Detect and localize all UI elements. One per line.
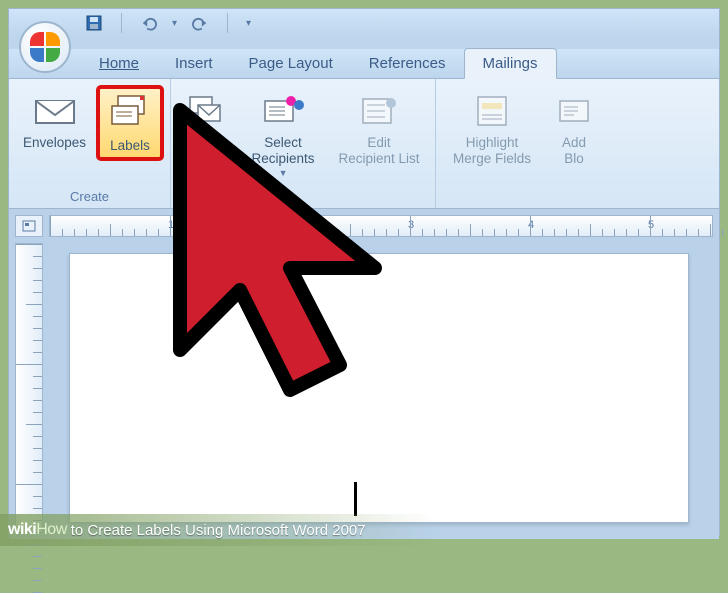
wikihow-logo-wiki: wiki xyxy=(8,521,36,538)
group-start-label xyxy=(179,204,427,206)
title-bar: ▾ ▾ xyxy=(9,9,719,37)
wikihow-article-title: to Create Labels Using Microsoft Word 20… xyxy=(71,522,366,539)
highlight-merge-fields-icon xyxy=(470,89,514,133)
qat-separator xyxy=(121,13,122,33)
word-window: ▾ ▾ Home Insert Page Layout References M… xyxy=(8,8,720,536)
select-recipients-button[interactable]: Select Recipients ▼ xyxy=(241,87,325,180)
labels-label: Labels xyxy=(110,138,150,154)
group-start-mail-merge: Mail Select Recipients ▼ Edit Recipient … xyxy=(171,79,436,208)
address-block-button[interactable]: AddBlo xyxy=(546,87,602,168)
group-write-insert: Highlight Merge Fields AddBlo xyxy=(436,79,610,208)
tab-references[interactable]: References xyxy=(351,49,464,78)
select-recipients-label: Select Recipients xyxy=(252,135,315,166)
office-logo-icon xyxy=(30,32,60,62)
vertical-ruler[interactable] xyxy=(15,243,43,533)
qat-customize-icon[interactable]: ▾ xyxy=(246,18,251,29)
tab-mailings[interactable]: Mailings xyxy=(464,48,557,79)
ribbon-tabs: Home Insert Page Layout References Maili… xyxy=(9,49,719,79)
document-area: 1 2 3 4 5 xyxy=(9,209,719,539)
highlight-merge-fields-label: Highlight Merge Fields xyxy=(453,135,531,166)
mail-label: Mail xyxy=(195,135,220,151)
undo-dropdown-icon[interactable]: ▾ xyxy=(172,18,177,29)
ruler-mark: 3 xyxy=(408,219,414,231)
edit-recipient-list-icon xyxy=(357,89,401,133)
address-block-icon xyxy=(552,89,596,133)
wikihow-caption-bar: wikiHow to Create Labels Using Microsoft… xyxy=(0,514,728,546)
labels-button[interactable]: Labels xyxy=(98,87,162,159)
group-create: Envelopes Labels Create xyxy=(9,79,171,208)
edit-recipient-list-button[interactable]: Edit Recipient List xyxy=(331,87,427,168)
ribbon: Envelopes Labels Create xyxy=(9,79,719,209)
dropdown-icon: ▼ xyxy=(279,168,288,178)
tab-home[interactable]: Home xyxy=(81,49,157,78)
envelopes-button[interactable]: Envelopes xyxy=(17,87,92,153)
save-icon[interactable] xyxy=(85,14,103,32)
redo-icon[interactable] xyxy=(191,14,209,32)
address-block-label: AddBlo xyxy=(562,135,586,166)
highlight-merge-fields-button[interactable]: Highlight Merge Fields xyxy=(444,87,540,168)
wikihow-logo: wikiHow xyxy=(0,521,67,539)
quick-access-toolbar: ▾ ▾ xyxy=(85,13,251,33)
text-cursor xyxy=(354,482,357,516)
start-mail-merge-button[interactable]: Mail xyxy=(179,87,235,153)
mail-merge-icon xyxy=(185,89,229,133)
document-page[interactable] xyxy=(69,253,689,523)
group-create-label: Create xyxy=(17,189,162,206)
wikihow-logo-how: How xyxy=(36,521,67,538)
ruler-mark: 2 xyxy=(288,219,294,231)
ruler-mark: 5 xyxy=(648,219,654,231)
office-button[interactable] xyxy=(19,21,71,73)
ruler-corner[interactable] xyxy=(15,215,43,237)
envelope-icon xyxy=(33,89,77,133)
tab-insert[interactable]: Insert xyxy=(157,49,231,78)
group-write-label xyxy=(444,204,602,206)
undo-icon[interactable] xyxy=(140,14,158,32)
edit-recipient-list-label: Edit Recipient List xyxy=(339,135,420,166)
ruler-mark: 1 xyxy=(168,219,174,231)
labels-icon xyxy=(108,92,152,136)
tab-page-layout[interactable]: Page Layout xyxy=(231,49,351,78)
qat-separator xyxy=(227,13,228,33)
horizontal-ruler[interactable]: 1 2 3 4 5 xyxy=(49,215,713,237)
envelopes-label: Envelopes xyxy=(23,135,86,151)
select-recipients-icon xyxy=(261,89,305,133)
ruler-mark: 4 xyxy=(528,219,534,231)
